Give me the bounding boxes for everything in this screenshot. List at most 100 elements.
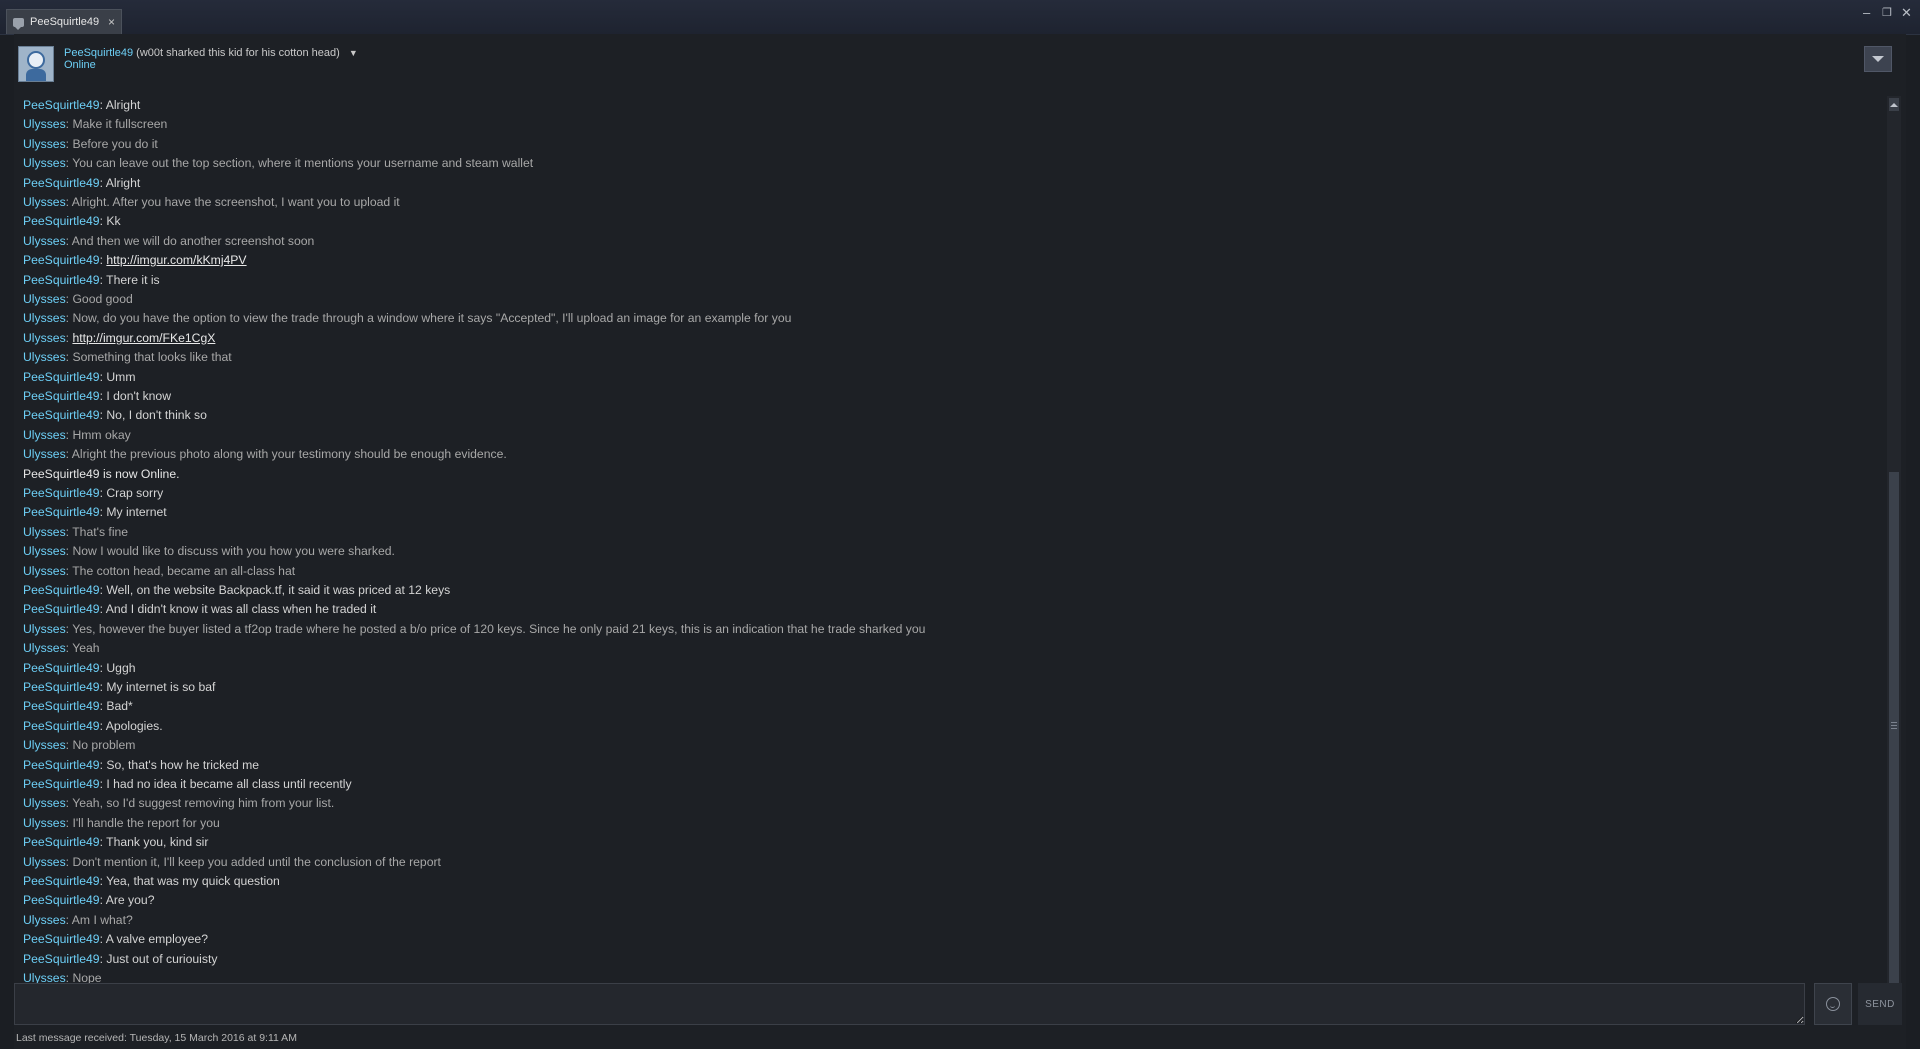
message-text: Am I what? (71, 912, 133, 927)
message-author[interactable]: Ulysses (23, 428, 66, 442)
chat-log[interactable]: PeeSquirtle49: Alright Ulysses: Make it f… (14, 96, 1884, 1008)
scroll-thumb[interactable] (1889, 472, 1899, 988)
message-author[interactable]: PeeSquirtle49 (23, 583, 100, 597)
message-text: My internet is so baf (106, 680, 216, 694)
chat-scrollbar[interactable] (1887, 96, 1901, 1008)
message-author[interactable]: Ulysses (23, 641, 66, 655)
chevron-down-icon (1872, 56, 1884, 62)
scroll-up-button[interactable] (1889, 98, 1899, 111)
message-author[interactable]: PeeSquirtle49 (23, 486, 100, 500)
chat-message: Ulysses: And then we will do another scr… (23, 232, 314, 251)
message-author[interactable]: Ulysses (23, 564, 66, 578)
message-author[interactable]: Ulysses (23, 117, 66, 131)
message-author[interactable]: PeeSquirtle49 (23, 389, 100, 403)
message-author[interactable]: Ulysses (23, 195, 66, 209)
message-text: My internet (106, 505, 167, 520)
message-author[interactable]: Ulysses (23, 913, 66, 927)
message-author[interactable]: Ulysses (23, 156, 66, 170)
emoticon-button[interactable] (1814, 983, 1852, 1025)
friend-status: Online (64, 59, 96, 71)
message-author[interactable]: PeeSquirtle49 (23, 214, 100, 228)
message-text: Yes, however the buyer listed a tf2op tr… (72, 621, 926, 636)
chat-message: PeeSquirtle49: And I didn't know it was … (23, 600, 376, 619)
message-link[interactable]: http://imgur.com/kKmj4PV (106, 253, 246, 267)
message-author[interactable]: Ulysses (23, 331, 66, 345)
message-text: No problem (72, 738, 136, 753)
message-author[interactable]: PeeSquirtle49 (23, 505, 100, 519)
chat-message: PeeSquirtle49: Crap sorry (23, 484, 163, 503)
chevron-down-icon[interactable]: ▼ (349, 48, 358, 58)
message-author[interactable]: Ulysses (23, 447, 66, 461)
message-author[interactable]: Ulysses (23, 622, 66, 636)
avatar-head (27, 51, 45, 69)
message-author[interactable]: PeeSquirtle49 (23, 273, 100, 287)
chat-tab[interactable]: PeeSquirtle49 × (6, 9, 122, 34)
chat-message: PeeSquirtle49: My internet (23, 503, 167, 522)
chat-tab-label: PeeSquirtle49 (30, 16, 100, 28)
message-author[interactable]: Ulysses (23, 544, 66, 558)
message-author[interactable]: Ulysses (23, 525, 66, 539)
avatar[interactable] (18, 46, 54, 82)
message-author[interactable]: Ulysses (23, 234, 66, 248)
message-text: A valve employee? (105, 932, 208, 947)
chat-options-button[interactable] (1864, 46, 1892, 72)
message-author[interactable]: PeeSquirtle49 (23, 408, 100, 422)
message-input-box[interactable] (14, 983, 1805, 1025)
message-text: The cotton head, became an all-class hat (72, 563, 296, 578)
message-author[interactable]: PeeSquirtle49 (23, 952, 100, 966)
message-author[interactable]: Ulysses (23, 796, 66, 810)
chat-message: PeeSquirtle49: Alright (23, 174, 140, 193)
chat-message: PeeSquirtle49: No, I don't think so (23, 406, 207, 425)
chat-message: Ulysses: Make it fullscreen (23, 115, 167, 134)
message-author[interactable]: PeeSquirtle49 (23, 874, 100, 888)
message-author[interactable]: PeeSquirtle49 (23, 758, 100, 772)
message-author[interactable]: PeeSquirtle49 (23, 699, 100, 713)
window-close-icon[interactable]: ✕ (1901, 5, 1912, 21)
message-text: Hmm okay (72, 427, 131, 442)
chat-message: PeeSquirtle49: A valve employee? (23, 930, 208, 949)
message-text: Now, do you have the option to view the … (72, 311, 792, 326)
message-author[interactable]: Ulysses (23, 137, 66, 151)
friend-name-row[interactable]: PeeSquirtle49 (w00t sharked this kid for… (64, 47, 358, 59)
message-author[interactable]: Ulysses (23, 738, 66, 752)
message-author[interactable]: Ulysses (23, 292, 66, 306)
chat-message: Ulysses: Yes, however the buyer listed a… (23, 620, 925, 639)
chat-message: PeeSquirtle49: Yea, that was my quick qu… (23, 872, 280, 891)
message-author[interactable]: PeeSquirtle49 (23, 777, 100, 791)
message-author[interactable]: PeeSquirtle49 (23, 680, 100, 694)
message-author[interactable]: Ulysses (23, 816, 66, 830)
tab-close-icon[interactable]: × (108, 15, 115, 29)
message-author[interactable]: PeeSquirtle49 (23, 370, 100, 384)
chat-message: PeeSquirtle49: Alright (23, 96, 140, 115)
message-text: Umm (106, 369, 136, 384)
message-text: No, I don't think so (106, 408, 207, 423)
message-author[interactable]: PeeSquirtle49 (23, 661, 100, 675)
message-author[interactable]: PeeSquirtle49 (23, 98, 100, 112)
message-author[interactable]: Ulysses (23, 855, 66, 869)
message-text: That's fine (72, 524, 129, 539)
message-author[interactable]: Ulysses (23, 350, 66, 364)
message-text: Alright (105, 98, 141, 112)
restore-icon[interactable]: ❐ (1882, 6, 1892, 19)
chat-message: PeeSquirtle49: Kk (23, 212, 121, 231)
message-text: So, that's how he tricked me (106, 757, 260, 772)
message-input[interactable] (15, 984, 1804, 1024)
chat-message: PeeSquirtle49: Apologies. (23, 717, 163, 736)
send-button[interactable]: SEND (1858, 983, 1902, 1025)
chat-message: Ulysses: Alright. After you have the scr… (23, 193, 400, 212)
smiley-icon (1826, 997, 1840, 1011)
message-author[interactable]: PeeSquirtle49 (23, 719, 100, 733)
chat-message: Ulysses: You can leave out the top secti… (23, 154, 533, 173)
message-text: Yea, that was my quick question (106, 874, 280, 888)
message-author[interactable]: PeeSquirtle49 (23, 893, 100, 907)
message-author[interactable]: PeeSquirtle49 (23, 835, 100, 849)
message-link[interactable]: http://imgur.com/FKe1CgX (72, 331, 215, 345)
message-author[interactable]: PeeSquirtle49 (23, 253, 100, 267)
minimize-icon[interactable]: – (1863, 5, 1870, 20)
message-author[interactable]: Ulysses (23, 311, 66, 325)
message-author[interactable]: PeeSquirtle49 (23, 176, 100, 190)
message-author[interactable]: PeeSquirtle49 (23, 602, 100, 616)
message-author[interactable]: PeeSquirtle49 (23, 932, 100, 946)
grip-icon (1891, 722, 1897, 729)
arrow-up-icon (1890, 102, 1898, 107)
